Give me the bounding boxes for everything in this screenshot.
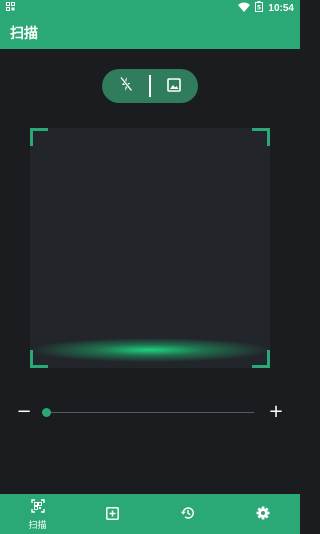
zoom-slider-thumb[interactable]: [41, 408, 51, 417]
app-bar: 扫描: [0, 16, 300, 49]
zoom-out-button[interactable]: −: [16, 402, 32, 424]
notification-icon: [6, 2, 15, 14]
add-box-icon: [106, 505, 119, 524]
zoom-in-button[interactable]: +: [268, 402, 284, 424]
battery-level: 5: [257, 5, 261, 12]
flash-off-icon: [119, 76, 133, 96]
status-bar: 5 10:54: [0, 0, 300, 16]
scan-line: [30, 328, 270, 368]
bottom-nav: 扫描: [0, 494, 300, 534]
zoom-slider-track[interactable]: [46, 412, 254, 413]
history-icon: [180, 505, 195, 524]
viewfinder-corner-bottom-right: [252, 350, 270, 368]
gallery-button[interactable]: [151, 69, 198, 103]
zoom-control: − +: [0, 402, 300, 424]
nav-item-scan[interactable]: 扫描: [0, 494, 75, 534]
qr-scan-icon: [30, 498, 45, 517]
gallery-icon: [167, 77, 182, 96]
wifi-icon: [238, 2, 251, 15]
viewfinder-corner-top-left: [30, 128, 48, 146]
battery-icon: 5: [255, 1, 264, 15]
nav-item-history[interactable]: [150, 494, 225, 534]
nav-item-create[interactable]: [75, 494, 150, 534]
status-time: 10:54: [268, 2, 294, 14]
settings-icon: [256, 505, 270, 524]
camera-toolbar: [102, 69, 198, 103]
viewfinder-corner-top-right: [252, 128, 270, 146]
app-title: 扫描: [10, 25, 38, 42]
flash-toggle-button[interactable]: [102, 69, 149, 103]
nav-item-label: 扫描: [28, 520, 47, 531]
nav-item-settings[interactable]: [225, 494, 300, 534]
scan-viewfinder: [30, 128, 270, 368]
viewfinder-corner-bottom-left: [30, 350, 48, 368]
